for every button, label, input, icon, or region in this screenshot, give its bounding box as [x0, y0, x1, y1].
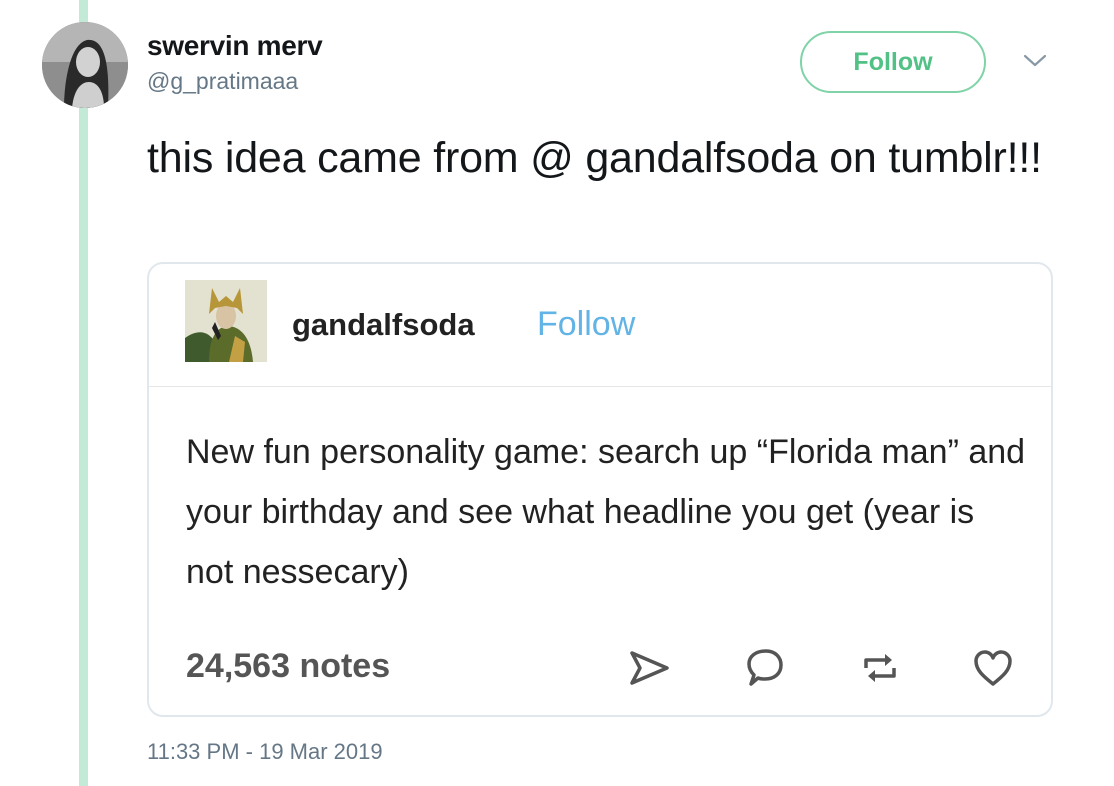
- share-icon[interactable]: [627, 646, 671, 690]
- notes-count[interactable]: 24,563 notes: [186, 647, 390, 686]
- tweet-timestamp[interactable]: 11:33 PM - 19 Mar 2019: [147, 739, 383, 765]
- card-divider: [149, 386, 1051, 387]
- user-handle[interactable]: @g_pratimaaa: [147, 68, 298, 95]
- tumblr-follow-link[interactable]: Follow: [537, 305, 635, 344]
- tweet-text: this idea came from @ gandalfsoda on tum…: [147, 134, 1042, 182]
- like-icon[interactable]: [971, 646, 1015, 690]
- embedded-tumblr-post[interactable]: gandalfsoda Follow New fun personality g…: [147, 262, 1053, 717]
- display-name[interactable]: swervin merv: [147, 30, 323, 62]
- reply-icon[interactable]: [743, 646, 787, 690]
- thread-line: [79, 0, 88, 786]
- chevron-down-icon[interactable]: [1022, 53, 1048, 69]
- tumblr-avatar[interactable]: [185, 280, 267, 362]
- follow-button[interactable]: Follow: [800, 31, 986, 93]
- tumblr-post-text: New fun personality game: search up “Flo…: [186, 433, 1026, 591]
- avatar[interactable]: [42, 22, 128, 108]
- tumblr-username[interactable]: gandalfsoda: [292, 307, 475, 343]
- reblog-icon[interactable]: [858, 646, 902, 690]
